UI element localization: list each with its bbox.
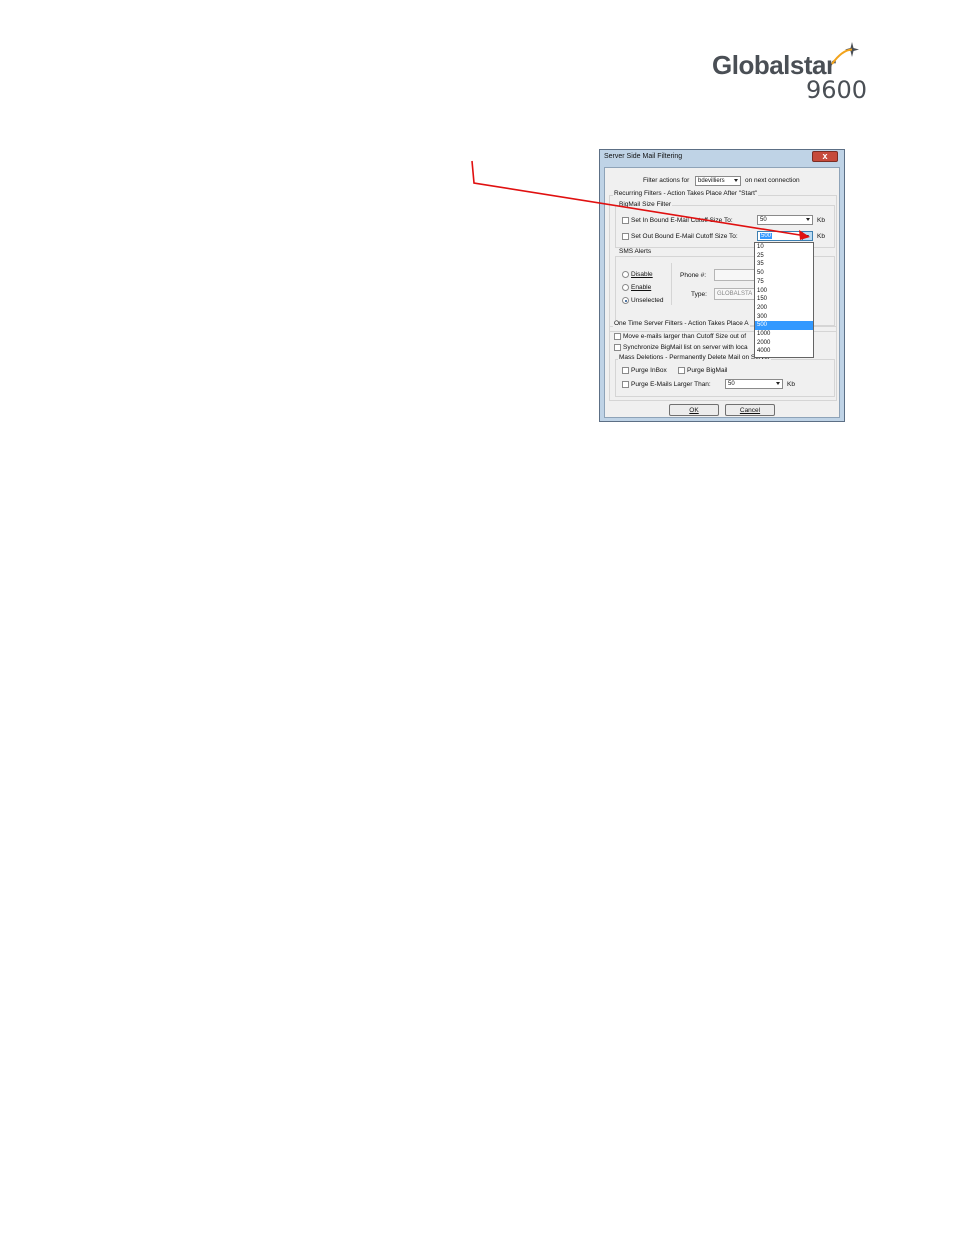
inbound-cutoff-value: 50 (760, 217, 767, 223)
ok-button[interactable]: OK (669, 404, 719, 416)
chevron-down-icon (806, 218, 810, 221)
chevron-down-icon[interactable] (802, 232, 812, 240)
sms-disable-radio[interactable] (622, 271, 629, 278)
close-icon: x (822, 151, 828, 161)
sms-unselected-label: Unselected (631, 297, 664, 304)
filter-for-label: Filter actions for (643, 177, 690, 184)
cancel-label: Cancel (739, 407, 761, 414)
dropdown-option[interactable]: 2000 (755, 339, 813, 348)
purge-size-select[interactable]: 50 (725, 379, 783, 389)
type-label: Type: (691, 291, 707, 298)
logo-star-icon (831, 42, 859, 65)
mass-deletions-heading: Mass Deletions - Permanently Delete Mail… (618, 354, 772, 362)
logo-model: 9600 (806, 76, 868, 104)
purge-inbox-checkbox[interactable] (622, 367, 629, 374)
inbound-cutoff-label: Set In Bound E-Mail Cutoff Size To: (631, 217, 733, 224)
dropdown-option[interactable]: 50 (755, 269, 813, 278)
dialog-title: Server Side Mail Filtering (604, 153, 683, 160)
bigmail-size-heading: BigMail Size Filter (618, 201, 673, 209)
chevron-down-icon (776, 382, 780, 385)
outbound-cutoff-checkbox[interactable] (622, 233, 629, 240)
outbound-cutoff-label: Set Out Bound E-Mail Cutoff Size To: (631, 233, 738, 240)
one-time-filters-heading: One Time Server Filters - Action Takes P… (613, 320, 750, 328)
phone-label: Phone #: (680, 272, 707, 279)
inbound-unit: Kb (817, 217, 825, 224)
cancel-button[interactable]: Cancel (725, 404, 775, 416)
dropdown-option[interactable]: 200 (755, 304, 813, 313)
close-button[interactable]: x (812, 151, 838, 162)
sms-disable-label: Disable (631, 271, 653, 278)
dropdown-option[interactable]: 300 (755, 313, 813, 322)
recurring-filters-heading: Recurring Filters - Action Takes Place A… (613, 190, 759, 198)
type-input[interactable]: GLOBALSTA (714, 288, 758, 300)
mass-deletions-group (615, 359, 835, 397)
dropdown-option-selected[interactable]: 500 (755, 321, 813, 330)
sms-alerts-heading: SMS Alerts (618, 248, 653, 256)
chevron-down-icon (734, 179, 738, 182)
purge-inbox-label: Purge InBox (631, 367, 667, 374)
purge-bigmail-label: Purge BigMail (687, 367, 728, 374)
sync-bigmail-checkbox[interactable] (614, 344, 621, 351)
dropdown-option[interactable]: 75 (755, 278, 813, 287)
inbound-cutoff-checkbox[interactable] (622, 217, 629, 224)
dropdown-option[interactable]: 1000 (755, 330, 813, 339)
dropdown-option[interactable]: 100 (755, 287, 813, 296)
sms-enable-label: Enable (631, 284, 652, 291)
purge-larger-label: Purge E-Mails Larger Than: (631, 381, 711, 388)
inbound-cutoff-select[interactable]: 50 (757, 215, 813, 225)
outbound-cutoff-select[interactable]: 500 (757, 231, 813, 241)
phone-input[interactable] (714, 269, 758, 281)
cutoff-size-dropdown-list: 10 25 35 50 75 100 150 200 300 500 1000 … (754, 242, 814, 358)
dropdown-option[interactable]: 150 (755, 295, 813, 304)
move-emails-label: Move e-mails larger than Cutoff Size out… (623, 333, 747, 340)
ok-label: OK (689, 407, 699, 414)
purge-bigmail-checkbox[interactable] (678, 367, 685, 374)
account-value: bdevilliers (698, 178, 725, 184)
dropdown-option[interactable]: 35 (755, 260, 813, 269)
purge-larger-checkbox[interactable] (622, 381, 629, 388)
next-connection-label: on next connection (745, 177, 800, 184)
sms-unselected-radio[interactable] (622, 297, 629, 304)
type-value: GLOBALSTA (717, 291, 753, 297)
sync-bigmail-label: Synchronize BigMail list on server with … (623, 344, 748, 351)
sms-enable-radio[interactable] (622, 284, 629, 291)
move-emails-checkbox[interactable] (614, 333, 621, 340)
account-select[interactable]: bdevilliers (695, 176, 741, 186)
dropdown-option[interactable]: 25 (755, 252, 813, 261)
purge-unit: Kb (787, 381, 795, 388)
dropdown-option[interactable]: 4000 (755, 347, 813, 356)
title-bar[interactable]: Server Side Mail Filtering x (600, 150, 844, 166)
dropdown-option[interactable]: 10 (755, 243, 813, 252)
outbound-cutoff-value: 500 (760, 233, 773, 239)
outbound-unit: Kb (817, 233, 825, 240)
purge-size-value: 50 (728, 381, 735, 387)
sms-divider (671, 263, 672, 305)
